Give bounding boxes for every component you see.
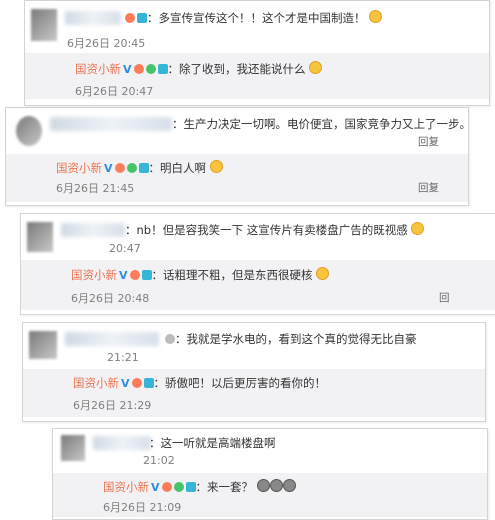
badge-icon: [125, 13, 135, 23]
reply-author[interactable]: 国资小新: [73, 376, 119, 390]
comment-time: 21:02: [143, 454, 175, 467]
badge-icon: [138, 163, 149, 173]
reply-time: 6月26日 20:48: [71, 292, 150, 305]
smile-emoji-icon: [316, 267, 330, 280]
badge-icon: [133, 64, 144, 74]
comment-text: ：我就是学水电的，看到这个真的觉得无比自豪: [163, 331, 417, 347]
badge-icon: [173, 482, 184, 492]
badge-icon: [157, 64, 168, 74]
reply-author[interactable]: 国资小新: [56, 161, 102, 175]
badge-icon: [161, 482, 172, 492]
badge-icon: [137, 13, 147, 23]
username[interactable]: [65, 11, 121, 25]
badge-icon: [126, 163, 137, 173]
comment-card: ：多宣传宣传这个！！这个才是中国制造！ 6月26日 20:45 国资小新 V ：除了…: [24, 0, 490, 106]
reply-box: 国资小新 V ：明白人啊 6月26日 21:45 回复: [6, 154, 468, 202]
reply-text: 国资小新 V ：骄傲吧！以后更厉害的看你的！: [73, 376, 327, 390]
avatar[interactable]: [31, 9, 57, 41]
reply-author[interactable]: 国资小新: [75, 62, 121, 76]
comment-time: 20:47: [109, 242, 141, 255]
badge-icon: [131, 378, 142, 388]
reply-time: 6月26日 21:45: [56, 182, 135, 195]
badge-icon: [145, 64, 156, 74]
reply-time: 6月26日 20:47: [75, 85, 154, 98]
reply-button[interactable]: 回复: [418, 180, 439, 195]
avatar[interactable]: [61, 435, 85, 461]
badge-icon: [129, 270, 140, 280]
reply-text: 国资小新 V ：除了收到，我还能说什么: [75, 61, 323, 78]
laughing-emoji-icon: [411, 222, 425, 235]
comment-text: ：生产力决定一切啊。电价便宜，国家竞争力又上了一步。: [172, 117, 471, 131]
comment-text: ：nb！但是容我笑一下 这宣传片有卖楼盘广告的既视感: [125, 222, 425, 238]
surprised-emoji-icon: [256, 479, 270, 492]
comment-card: ：生产力决定一切啊。电价便宜，国家竞争力又上了一步。 回复 国资小新 V ：明白人啊…: [5, 107, 471, 206]
badge-icon: [185, 482, 196, 492]
reply-box: 国资小新 V ：骄傲吧！以后更厉害的看你的！ 6月26日 21:29: [23, 369, 485, 417]
glasses-emoji-icon: [309, 61, 323, 74]
badge-icon: [114, 163, 125, 173]
reply-button[interactable]: 回: [439, 290, 450, 305]
reply-box: 国资小新 V ：话粗理不粗，但是东西很硬核 6月26日 20:48 回: [21, 260, 495, 310]
comment-time: 21:21: [107, 351, 139, 364]
avatar[interactable]: [16, 116, 42, 146]
surprised-emoji-icon: [282, 479, 296, 492]
reply-box: 国资小新 V ：来一套？ 6月26日 21:09: [53, 473, 487, 517]
comment-card: ：这一听就是高端楼盘啊 21:02 国资小新 V ：来一套？ 6月26日 21:09: [52, 428, 488, 520]
reply-author[interactable]: 国资小新: [71, 268, 117, 282]
comment-text: ：这一听就是高端楼盘啊: [149, 436, 276, 450]
verified-v-icon: V: [104, 162, 113, 175]
comment-card: ：我就是学水电的，看到这个真的觉得无比自豪 21:21 国资小新 V ：骄傲吧！以后…: [22, 322, 486, 422]
badge-icon: [141, 270, 152, 280]
username[interactable]: [50, 117, 172, 131]
badge-icon: [165, 334, 175, 344]
reply-text: 国资小新 V ：话粗理不粗，但是东西很硬核: [71, 267, 330, 284]
comment-text: ：多宣传宣传这个！！这个才是中国制造！: [123, 10, 383, 26]
surprised-emoji-icon: [269, 479, 283, 492]
reply-text: 国资小新 V ：明白人啊: [56, 160, 223, 177]
username[interactable]: [65, 332, 159, 346]
reply-text: 国资小新 V ：来一套？: [103, 479, 296, 496]
reply-author[interactable]: 国资小新: [103, 480, 149, 494]
verified-v-icon: V: [121, 377, 130, 390]
thumbs-up-emoji-icon: [369, 10, 383, 23]
reply-box: 国资小新 V ：除了收到，我还能说什么 6月26日 20:47: [25, 53, 489, 99]
reply-time: 6月26日 21:29: [73, 399, 152, 412]
username[interactable]: [61, 223, 125, 237]
avatar[interactable]: [27, 222, 53, 252]
verified-v-icon: V: [123, 63, 132, 76]
comment-card: ：nb！但是容我笑一下 这宣传片有卖楼盘广告的既视感 20:47 国资小新 V ：话…: [20, 213, 495, 315]
verified-v-icon: V: [119, 269, 128, 282]
comment-time: 6月26日 20:45: [67, 37, 146, 50]
username[interactable]: [93, 436, 151, 450]
reply-button[interactable]: 回复: [418, 134, 439, 149]
reply-time: 6月26日 21:09: [103, 501, 182, 514]
avatar[interactable]: [29, 331, 57, 359]
verified-v-icon: V: [151, 481, 160, 494]
badge-icon: [143, 378, 154, 388]
smile-emoji-icon: [209, 160, 223, 173]
